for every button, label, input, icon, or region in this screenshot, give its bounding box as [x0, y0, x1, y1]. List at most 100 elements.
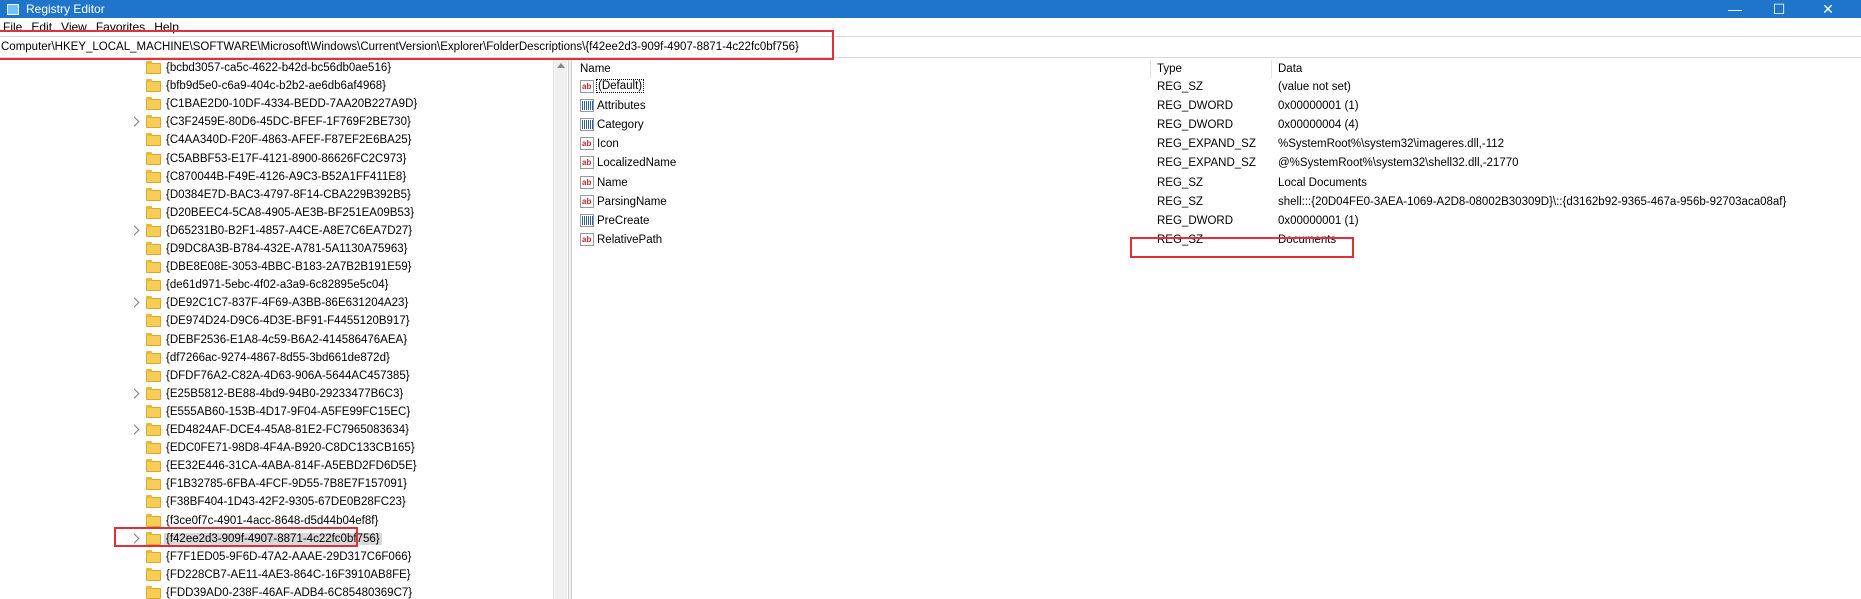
window-title: Registry Editor: [26, 2, 105, 16]
value-name: ParsingName: [597, 195, 667, 208]
folder-icon: [146, 585, 161, 599]
tree-item-label: {C4AA340D-F20F-4863-AFEF-F87EF2E6BA25}: [166, 134, 412, 147]
folder-icon: [146, 386, 161, 400]
tree-item[interactable]: {C5ABBF53-E17F-4121-8900-86626FC2C973}: [0, 151, 553, 169]
tree-item[interactable]: {DE92C1C7-837F-4F69-A3BB-86E631204A23}: [0, 295, 553, 313]
folder-icon: [146, 567, 161, 581]
value-row[interactable]: PreCreate REG_DWORD 0x00000001 (1): [572, 212, 1861, 231]
value-row[interactable]: ab Icon REG_EXPAND_SZ %SystemRoot%\system32…: [572, 135, 1861, 154]
close-button[interactable]: ✕: [1810, 0, 1846, 18]
tree-item-label: {C1BAE2D0-10DF-4334-BEDD-7AA20B227A9D}: [166, 98, 418, 111]
tree-item[interactable]: {bfb9d5e0-c6a9-404c-b2b2-ae6db6af4968}: [0, 78, 553, 96]
tree-item[interactable]: {f42ee2d3-909f-4907-8871-4c22fc0bf756}: [0, 531, 553, 549]
tree-item[interactable]: {DE974D24-D9C6-4D3E-BF91-F4455120B917}: [0, 313, 553, 331]
tree-scrollbar[interactable]: [553, 60, 567, 599]
column-header-name[interactable]: Name: [580, 63, 611, 75]
value-row[interactable]: ab LocalizedName REG_EXPAND_SZ @%SystemRoot…: [572, 154, 1861, 173]
address-bar[interactable]: Computer\HKEY_LOCAL_MACHINE\SOFTWARE\Mic…: [0, 36, 1861, 58]
tree-item[interactable]: {de61d971-5ebc-4f02-a3a9-6c82895e5c04}: [0, 277, 553, 295]
tree-item[interactable]: {FDD39AD0-238F-46AF-ADB4-6C85480369C7}: [0, 585, 553, 599]
values-list: Name Type Data ab (Default) REG_SZ (value n…: [572, 60, 1861, 599]
folder-icon: [146, 296, 161, 310]
value-data: shell:::{20D04FE0-3AEA-1069-A2D8-08002B3…: [1278, 195, 1787, 208]
menu-file[interactable]: File: [3, 20, 22, 34]
value-row[interactable]: ab ParsingName REG_SZ shell:::{20D04FE0-3AE…: [572, 193, 1861, 212]
tree-item[interactable]: {df7266ac-9274-4867-8d55-3bd661de872d}: [0, 350, 553, 368]
scroll-up-arrow-icon[interactable]: [557, 63, 565, 68]
tree-item[interactable]: {D65231B0-B2F1-4857-A4CE-A8E7C6EA7D27}: [0, 223, 553, 241]
key-tree: {bcbd3057-ca5c-4622-b42d-bc56db0ae516} {b…: [0, 60, 568, 599]
tree-item-label: {F38BF404-1D43-42F2-9305-67DE0B28FC23}: [166, 496, 406, 509]
column-header-type[interactable]: Type: [1157, 63, 1182, 75]
value-name: RelativePath: [597, 233, 663, 246]
value-name: (Default): [596, 79, 645, 93]
tree-item[interactable]: {D9DC8A3B-B784-432E-A781-5A1130A75963}: [0, 241, 553, 259]
tree-item[interactable]: {F1B32785-6FBA-4FCF-9D55-7B8E7F157091}: [0, 476, 553, 494]
value-data: @%SystemRoot%\system32\shell32.dll,-2177…: [1278, 157, 1519, 170]
value-name: Attributes: [597, 100, 646, 113]
folder-icon: [146, 151, 161, 165]
value-row[interactable]: ab Name REG_SZ Local Documents: [572, 174, 1861, 193]
tree-item-label: {C3F2459E-80D6-45DC-BFEF-1F769F2BE730}: [166, 116, 411, 129]
tree-item[interactable]: {D20BEEC4-5CA8-4905-AE3B-BF251EA09B53}: [0, 205, 553, 223]
tree-item[interactable]: {f3ce0f7c-4901-4acc-8648-d5d44b04ef8f}: [0, 513, 553, 531]
expand-chevron-icon[interactable]: [129, 424, 140, 435]
expand-chevron-icon[interactable]: [129, 533, 140, 544]
maximize-button[interactable]: ☐: [1761, 0, 1797, 18]
value-type: REG_DWORD: [1157, 119, 1234, 132]
tree-item[interactable]: {C4AA340D-F20F-4863-AFEF-F87EF2E6BA25}: [0, 132, 553, 150]
tree-item[interactable]: {EE32E446-31CA-4ABA-814F-A5EBD2FD6D5E}: [0, 458, 553, 476]
value-row[interactable]: Category REG_DWORD 0x00000004 (4): [572, 116, 1861, 135]
folder-icon: [146, 549, 161, 563]
value-type: REG_SZ: [1157, 233, 1204, 246]
tree-item[interactable]: {DFDF76A2-C82A-4D63-906A-5644AC457385}: [0, 368, 553, 386]
expand-chevron-icon[interactable]: [129, 388, 140, 399]
tree-item-label: {E25B5812-BE88-4bd9-94B0-29233477B6C3}: [166, 387, 404, 400]
tree-item[interactable]: {D0384E7D-BAC3-4797-8F14-CBA229B392B5}: [0, 187, 553, 205]
tree-item[interactable]: {EDC0FE71-98D8-4F4A-B920-C8DC133CB165}: [0, 440, 553, 458]
tree-item-label: {FD228CB7-AE11-4AE3-864C-16F3910AB8FE}: [166, 568, 411, 581]
menu-edit[interactable]: Edit: [31, 20, 52, 34]
value-name: PreCreate: [597, 214, 650, 227]
string-value-icon: ab: [580, 137, 594, 151]
expand-chevron-icon[interactable]: [129, 297, 140, 308]
tree-item[interactable]: {C870044B-F49E-4126-A9C3-B52A1FF411E8}: [0, 169, 553, 187]
tree-item[interactable]: {E555AB60-153B-4D17-9F04-A5FE99FC15EC}: [0, 404, 553, 422]
folder-icon: [146, 423, 161, 436]
value-type: REG_SZ: [1157, 195, 1204, 208]
tree-item-label: {DFDF76A2-C82A-4D63-906A-5644AC457385}: [166, 369, 410, 382]
string-value-icon: ab: [580, 194, 594, 208]
value-row[interactable]: ab (Default) REG_SZ (value not set): [572, 78, 1861, 97]
menu-view[interactable]: View: [61, 20, 87, 34]
column-header-data[interactable]: Data: [1278, 63, 1302, 75]
value-row[interactable]: Attributes REG_DWORD 0x00000001 (1): [572, 97, 1861, 116]
tree-item[interactable]: {C1BAE2D0-10DF-4334-BEDD-7AA20B227A9D}: [0, 96, 553, 114]
string-value-icon: ab: [580, 156, 594, 170]
tree-item[interactable]: {E25B5812-BE88-4bd9-94B0-29233477B6C3}: [0, 386, 553, 404]
folder-icon: [146, 61, 161, 74]
address-path[interactable]: Computer\HKEY_LOCAL_MACHINE\SOFTWARE\Mic…: [1, 41, 799, 53]
tree-item[interactable]: {DEBF2536-E1A8-4c59-B6A2-414586476AEA}: [0, 332, 553, 350]
tree-item[interactable]: {bcbd3057-ca5c-4622-b42d-bc56db0ae516}: [0, 60, 553, 78]
tree-item-label: {DE92C1C7-837F-4F69-A3BB-86E631204A23}: [166, 297, 409, 310]
tree-item[interactable]: {ED4824AF-DCE4-45A8-81E2-FC7965083634}: [0, 422, 553, 440]
tree-item[interactable]: {DBE8E08E-3053-4BBC-B183-2A7B2B191E59}: [0, 259, 553, 277]
value-row[interactable]: ab RelativePath REG_SZ Documents: [572, 231, 1861, 250]
expand-chevron-icon[interactable]: [129, 116, 140, 127]
column-divider[interactable]: [1271, 60, 1272, 78]
menu-help[interactable]: Help: [154, 20, 179, 34]
minimize-button[interactable]: —: [1717, 0, 1753, 18]
folder-icon: [146, 133, 161, 147]
tree-item[interactable]: {FD228CB7-AE11-4AE3-864C-16F3910AB8FE}: [0, 567, 553, 585]
tree-item[interactable]: {F38BF404-1D43-42F2-9305-67DE0B28FC23}: [0, 494, 553, 512]
value-data: 0x00000001 (1): [1278, 214, 1359, 227]
tree-item-label: {f42ee2d3-909f-4907-8871-4c22fc0bf756}: [164, 532, 382, 545]
folder-icon: [146, 459, 161, 473]
tree-item[interactable]: {F7F1ED05-9F6D-47A2-AAAE-29D317C6F066}: [0, 549, 553, 567]
folder-icon: [146, 531, 161, 545]
expand-chevron-icon[interactable]: [129, 225, 140, 236]
tree-item[interactable]: {C3F2459E-80D6-45DC-BFEF-1F769F2BE730}: [0, 114, 553, 132]
value-type: REG_SZ: [1157, 176, 1204, 189]
column-divider[interactable]: [1150, 60, 1151, 78]
menu-favorites[interactable]: Favorites: [96, 20, 145, 34]
